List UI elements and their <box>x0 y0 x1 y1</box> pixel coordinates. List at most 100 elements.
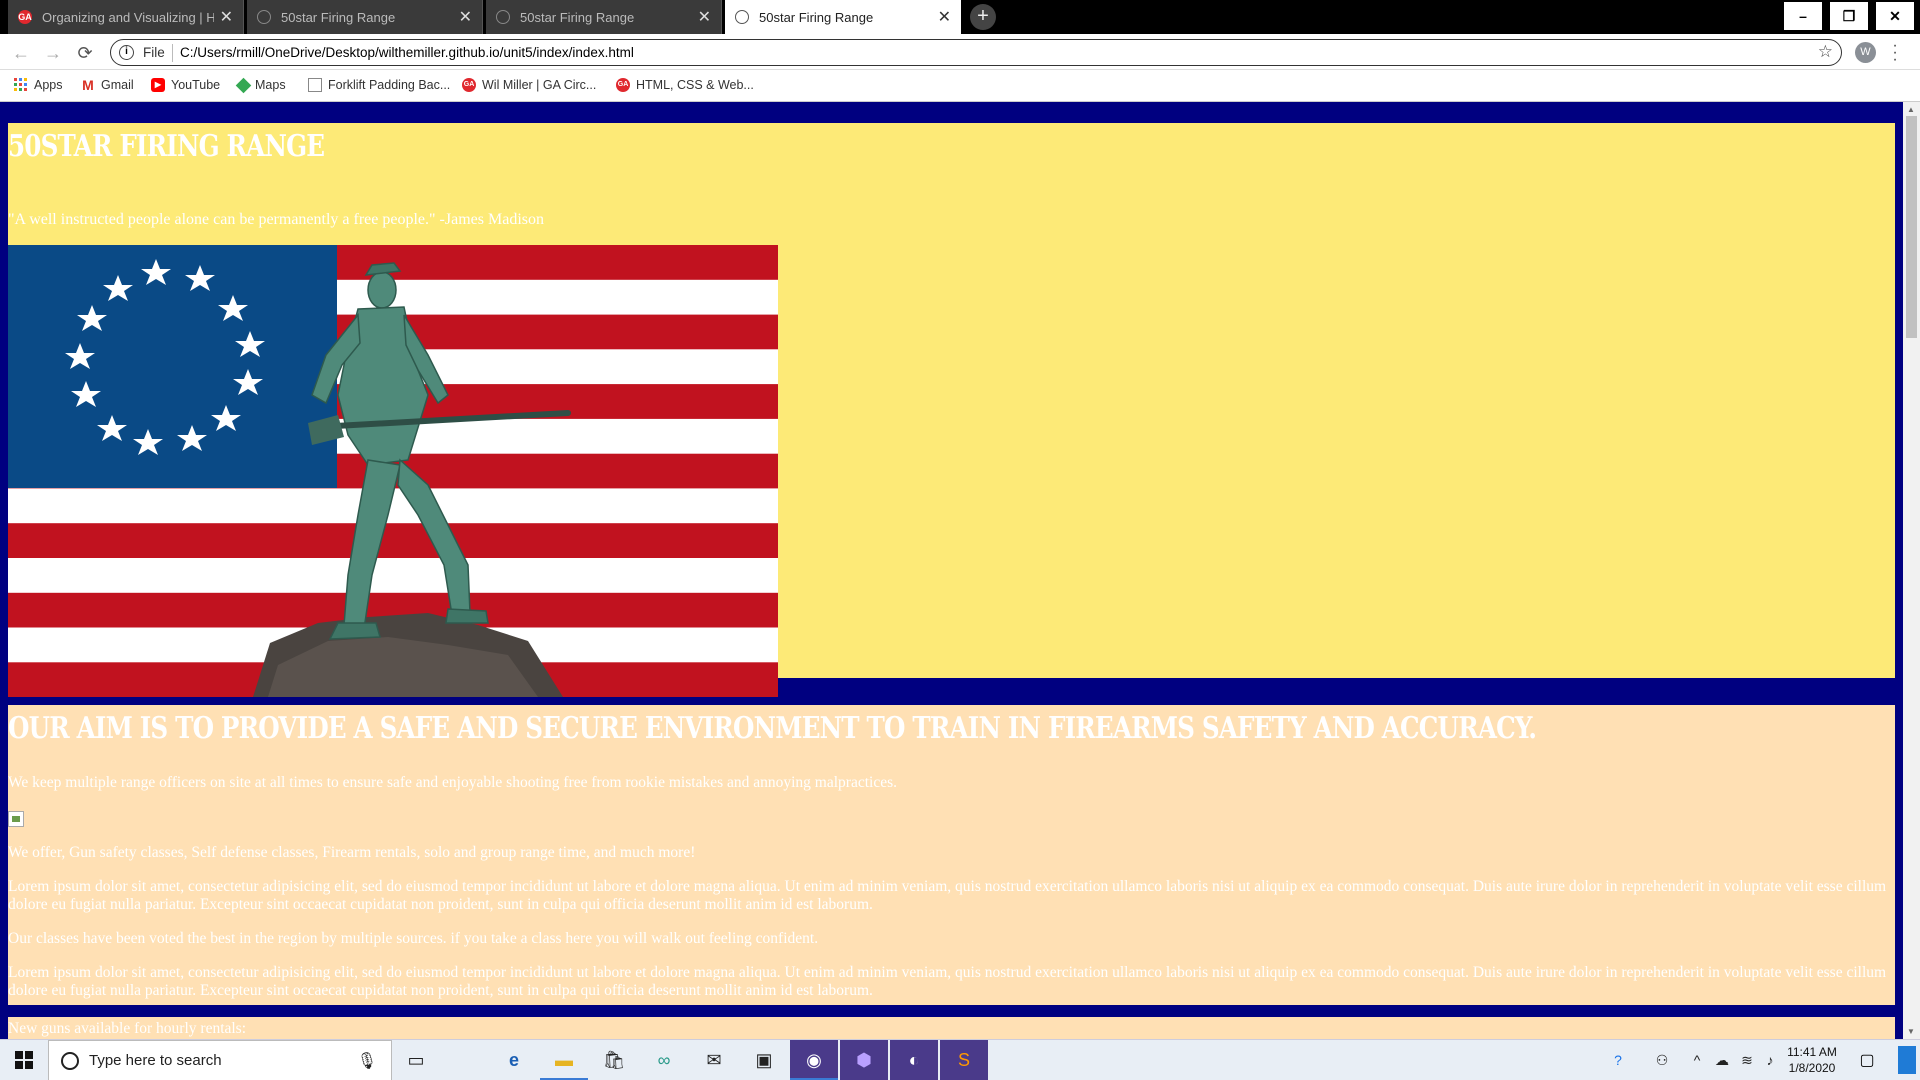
task-view-icon[interactable]: ▭ <box>392 1040 440 1080</box>
classes-text: Our classes have been voted the best in … <box>8 930 819 947</box>
address-bar[interactable]: i File C:/Users/rmill/OneDrive/Desktop/w… <box>110 39 1842 66</box>
menu-dots-icon[interactable]: · · · <box>1891 38 1899 68</box>
maps-pin-icon[interactable]: ⬢ <box>840 1040 888 1080</box>
arduino-icon[interactable]: ∞ <box>640 1040 688 1080</box>
info-icon[interactable]: i <box>119 45 134 60</box>
back-button[interactable]: ← <box>8 40 34 66</box>
volume-icon[interactable]: ♪ <box>1758 1040 1782 1080</box>
mail-icon[interactable]: ✉ <box>690 1040 738 1080</box>
tab-strip: GA Organizing and Visualizing | HTM ✕ 50… <box>0 0 1920 34</box>
bookmark-youtube[interactable]: ▶ YouTube <box>151 78 220 92</box>
sublime-text-icon[interactable]: S <box>940 1040 988 1080</box>
tab-title: 50star Firing Range <box>520 9 635 25</box>
lorem-paragraph-1: Lorem ipsum dolor sit amet, consectetur … <box>8 878 1887 913</box>
forward-button[interactable]: → <box>40 40 66 66</box>
help-icon[interactable]: ? <box>1606 1040 1630 1080</box>
onedrive-icon[interactable]: ☁ <box>1710 1040 1734 1080</box>
offerings-text: We offer, Gun safety classes, Self defen… <box>8 844 696 861</box>
windows-start-icon[interactable] <box>0 1040 48 1080</box>
wifi-icon[interactable]: ≋ <box>1735 1040 1759 1080</box>
bookmarks-bar: Apps M Gmail ▶ YouTube Maps Forklift Pad… <box>0 70 1920 102</box>
url-text[interactable]: C:/Users/rmill/OneDrive/Desktop/wilthemi… <box>180 45 634 60</box>
ga-logo-icon: GA <box>462 78 476 92</box>
maps-icon <box>235 77 252 93</box>
scroll-up-icon[interactable]: ▲ <box>1907 105 1915 114</box>
page-icon <box>308 78 322 92</box>
bookmark-ga-circ[interactable]: GA Wil Miller | GA Circ... <box>462 78 596 92</box>
globe-icon <box>257 10 271 24</box>
bookmark-label: Gmail <box>101 78 134 92</box>
bookmark-label: YouTube <box>171 78 221 92</box>
minuteman-flag-illustration <box>8 245 778 697</box>
chrome-icon[interactable]: ◉ <box>790 1040 838 1080</box>
bookmark-label: Wil Miller | GA Circ... <box>482 78 597 92</box>
about-section: OUR AIM IS TO PROVIDE A SAFE AND SECURE … <box>8 705 1895 1005</box>
tab-50star-1[interactable]: 50star Firing Range ✕ <box>247 0 483 34</box>
broken-image-icon <box>8 811 24 827</box>
store-icon[interactable]: 🛍 <box>590 1040 638 1080</box>
people-icon[interactable]: ⚇ <box>1650 1040 1674 1080</box>
github-desktop-icon[interactable]: ◐ <box>890 1040 938 1080</box>
profile-avatar[interactable]: W <box>1855 42 1876 63</box>
bookmark-gmail[interactable]: M Gmail <box>81 78 134 92</box>
scheme-label: File <box>143 45 165 60</box>
taskbar-search-box[interactable]: Type here to search 🎙 <box>48 1040 392 1080</box>
photos-icon[interactable]: ▣ <box>740 1040 788 1080</box>
bookmark-forklift[interactable]: Forklift Padding Bac... <box>308 78 450 92</box>
close-tab-icon[interactable]: ✕ <box>698 7 711 27</box>
clock-date: 1/8/2020 <box>1788 1061 1836 1075</box>
gmail-icon: M <box>82 77 94 93</box>
hero-image <box>8 245 778 697</box>
bookmark-star-icon[interactable]: ☆ <box>1818 42 1833 62</box>
youtube-icon: ▶ <box>151 78 165 92</box>
madison-quote: "A well instructed people alone can be p… <box>8 211 544 228</box>
tab-title: 50star Firing Range <box>281 9 396 25</box>
bookmark-label: Apps <box>34 78 63 92</box>
system-clock[interactable]: 11:41 AM 1/8/2020 <box>1782 1044 1842 1076</box>
clock-time: 11:41 AM <box>1787 1045 1837 1059</box>
bookmark-maps[interactable]: Maps <box>235 77 286 93</box>
close-tab-icon[interactable]: ✕ <box>459 7 472 27</box>
close-tab-icon[interactable]: ✕ <box>220 7 233 27</box>
search-placeholder: Type here to search <box>89 1052 222 1069</box>
tab-50star-2[interactable]: 50star Firing Range ✕ <box>486 0 722 34</box>
new-tab-button[interactable]: + <box>970 4 996 30</box>
ga-logo-icon: GA <box>18 10 32 24</box>
action-center-icon[interactable]: ▢ <box>1852 1040 1882 1080</box>
windows-taskbar: Type here to search 🎙 ▭ e ▬ 🛍 ∞ ✉ ▣ ◉ ⬢ … <box>0 1039 1920 1080</box>
tab-50star-active[interactable]: 50star Firing Range ✕ <box>725 0 961 34</box>
page-scrollbar[interactable]: ▲ ▼ <box>1903 102 1920 1039</box>
mission-heading: OUR AIM IS TO PROVIDE A SAFE AND SECURE … <box>8 711 1537 746</box>
bookmark-label: Forklift Padding Bac... <box>328 78 451 92</box>
ga-logo-icon: GA <box>616 78 630 92</box>
bookmark-label: Maps <box>255 78 286 92</box>
cortana-icon <box>61 1052 79 1070</box>
close-window-button[interactable]: ✕ <box>1876 2 1914 30</box>
scrollbar-thumb[interactable] <box>1906 116 1917 338</box>
lorem-paragraph-2: Lorem ipsum dolor sit amet, consectetur … <box>8 964 1887 999</box>
divider <box>172 44 173 62</box>
scroll-down-icon[interactable]: ▼ <box>1907 1027 1915 1036</box>
reload-button[interactable]: ⟳ <box>72 40 98 66</box>
rentals-section: New guns available for hourly rentals: <box>8 1017 1895 1039</box>
browser-toolbar: ← → ⟳ i File C:/Users/rmill/OneDrive/Des… <box>0 34 1920 70</box>
bookmark-apps[interactable]: Apps <box>14 78 63 92</box>
tab-title: 50star Firing Range <box>759 9 874 25</box>
edge-icon[interactable]: e <box>490 1040 538 1080</box>
close-tab-icon[interactable]: ✕ <box>938 7 951 27</box>
chevron-up-icon[interactable]: ^ <box>1685 1040 1709 1080</box>
tab-title: Organizing and Visualizing | HTM <box>42 9 214 25</box>
minimize-button[interactable]: – <box>1784 2 1822 30</box>
page-viewport: 50STAR FIRING RANGE "A well instructed p… <box>0 102 1903 1039</box>
globe-icon <box>496 10 510 24</box>
restore-button[interactable]: ❐ <box>1830 2 1868 30</box>
globe-icon <box>735 10 749 24</box>
site-title: 50STAR FIRING RANGE <box>8 129 325 164</box>
bookmark-label: HTML, CSS & Web... <box>636 78 754 92</box>
bookmark-html-css[interactable]: GA HTML, CSS & Web... <box>616 78 754 92</box>
file-explorer-icon[interactable]: ▬ <box>540 1040 588 1080</box>
microphone-icon[interactable]: 🎙 <box>357 1051 377 1071</box>
show-desktop-button[interactable] <box>1898 1046 1916 1074</box>
tab-organizing[interactable]: GA Organizing and Visualizing | HTM ✕ <box>8 0 244 34</box>
hero-section: 50STAR FIRING RANGE "A well instructed p… <box>8 123 1895 697</box>
